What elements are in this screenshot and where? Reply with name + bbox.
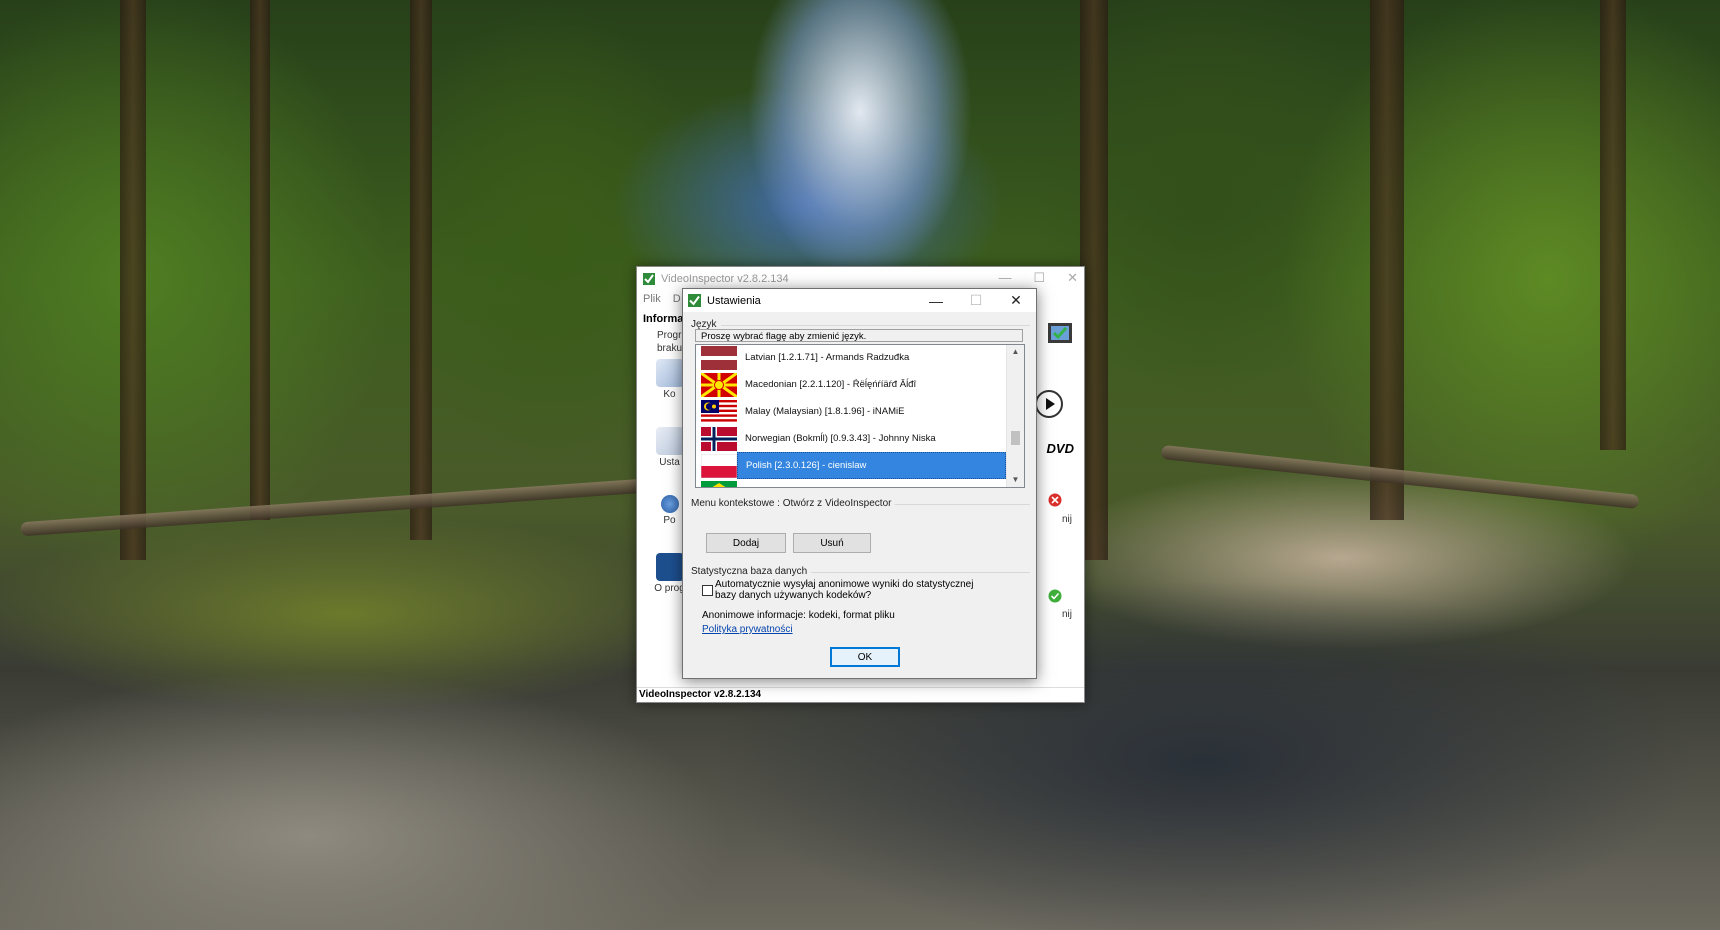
scroll-thumb[interactable] (1011, 431, 1020, 445)
brazil-flag-icon (701, 480, 737, 487)
context-menu-group: Menu kontekstowe : Otwórz z VideoInspect… (691, 498, 1030, 509)
help-icon (660, 495, 679, 513)
anonymous-info-text: Anonimowe informacje: kodeki, format pli… (702, 610, 895, 621)
language-item-norwegian[interactable]: Norwegian (Bokmĺl) [0.9.3.43] - Johnny N… (696, 425, 1006, 452)
side-button-label: Ko (663, 389, 676, 400)
right-text: nij (1061, 514, 1072, 525)
close-icon[interactable]: ✕ (1067, 270, 1078, 286)
privacy-policy-link[interactable]: Polityka prywatności (702, 624, 793, 635)
settings-icon (655, 427, 684, 455)
close-icon[interactable]: ✕ (996, 289, 1036, 312)
dialog-controls: — ☐ ✕ (916, 289, 1036, 312)
maximize-icon: ☐ (969, 292, 983, 308)
tree-trunk (1370, 0, 1404, 520)
scroll-up-icon[interactable]: ▲ (1007, 345, 1024, 359)
play-icon[interactable] (1034, 389, 1064, 419)
ok-button[interactable]: OK (830, 647, 900, 667)
main-window-titlebar[interactable]: VideoInspector v2.8.2.134 — ☐ ✕ (637, 267, 1084, 290)
fallen-log (20, 477, 660, 537)
send-stats-checkbox[interactable] (702, 585, 713, 596)
language-label: Macedonian [2.2.1.120] - Ŕëĺęńŕíäŕđ Ăĺđî (745, 379, 917, 390)
about-icon (655, 553, 684, 581)
language-list-scrollbar[interactable]: ▲ ▼ (1006, 345, 1024, 487)
minimize-icon[interactable]: — (998, 270, 1011, 286)
language-item-macedonian[interactable]: Macedonian [2.2.1.120] - Ŕëĺęńŕíäŕđ Ăĺđî (696, 371, 1006, 398)
settings-dialog: Ustawienia — ☐ ✕ Język Proszę wybrać fla… (682, 288, 1037, 679)
dvd-icon[interactable]: DVD (1047, 441, 1074, 456)
codecs-icon (655, 359, 684, 387)
latvia-flag-icon (701, 345, 737, 370)
menu-file[interactable]: Plik (643, 293, 661, 305)
add-context-menu-button[interactable]: Dodaj (706, 533, 786, 553)
send-stats-label[interactable]: Automatycznie wysyłaj anonimowe wyniki d… (715, 579, 980, 601)
language-label: Latvian [1.2.1.71] - Armands Radzuđka (745, 352, 910, 363)
status-bar: VideoInspector v2.8.2.134 (637, 687, 1084, 702)
main-window-title: VideoInspector v2.8.2.134 (661, 272, 789, 285)
language-item-polish[interactable]: Polish [2.3.0.126] - cienislaw (696, 452, 1006, 479)
film-check-icon (1048, 323, 1072, 343)
remove-context-menu-button[interactable]: Usuń (793, 533, 871, 553)
main-window-controls: — ☐ ✕ (998, 270, 1078, 286)
stats-group-label: Statystyczna baza danych (691, 566, 812, 577)
dialog-titlebar[interactable]: Ustawienia — ☐ ✕ (683, 289, 1036, 312)
macedonia-flag-icon (701, 372, 737, 397)
side-button-label: Usta (659, 457, 680, 468)
menu-second[interactable]: D (673, 293, 681, 305)
tree-trunk (120, 0, 146, 560)
tree-trunk (410, 0, 432, 540)
maximize-icon[interactable]: ☐ (1033, 270, 1045, 286)
ok-status-icon (1048, 589, 1062, 603)
dialog-title: Ustawienia (707, 294, 761, 307)
language-item-malay[interactable]: Malay (Malaysian) [1.8.1.96] - iNAMiE (696, 398, 1006, 425)
side-button-label: O prog (654, 583, 685, 594)
tree-trunk (250, 0, 270, 520)
error-icon (1048, 493, 1062, 507)
videoinspector-app-icon (688, 294, 701, 307)
norway-flag-icon (701, 426, 737, 451)
language-label: Malay (Malaysian) [1.8.1.96] - iNAMiE (745, 406, 905, 417)
stats-group: Statystyczna baza danych (691, 566, 1030, 577)
context-menu-group-label: Menu kontekstowe : Otwórz z VideoInspect… (691, 498, 896, 509)
side-button-label: Po (663, 515, 676, 526)
language-list[interactable]: Latvian [1.2.1.71] - Armands Radzuđka Ma… (695, 344, 1025, 488)
minimize-icon[interactable]: — (916, 289, 956, 312)
scroll-down-icon[interactable]: ▼ (1007, 473, 1024, 487)
videoinspector-app-icon (643, 272, 655, 285)
right-text: nij (1061, 609, 1072, 620)
tree-trunk (1600, 0, 1626, 450)
poland-flag-icon (701, 453, 737, 478)
tab-information[interactable]: Informa (643, 313, 683, 325)
language-label: Norwegian (Bokmĺl) [0.9.3.43] - Johnny N… (745, 433, 936, 444)
language-label: Polish [2.3.0.126] - cienislaw (737, 452, 1006, 479)
language-item-next[interactable] (696, 479, 1006, 487)
language-item-latvian[interactable]: Latvian [1.2.1.71] - Armands Radzuđka (696, 345, 1006, 371)
language-hint: Proszę wybrać flagę aby zmienić język. (695, 329, 1023, 342)
malaysia-flag-icon (701, 399, 737, 424)
language-group: Język (691, 319, 1030, 330)
